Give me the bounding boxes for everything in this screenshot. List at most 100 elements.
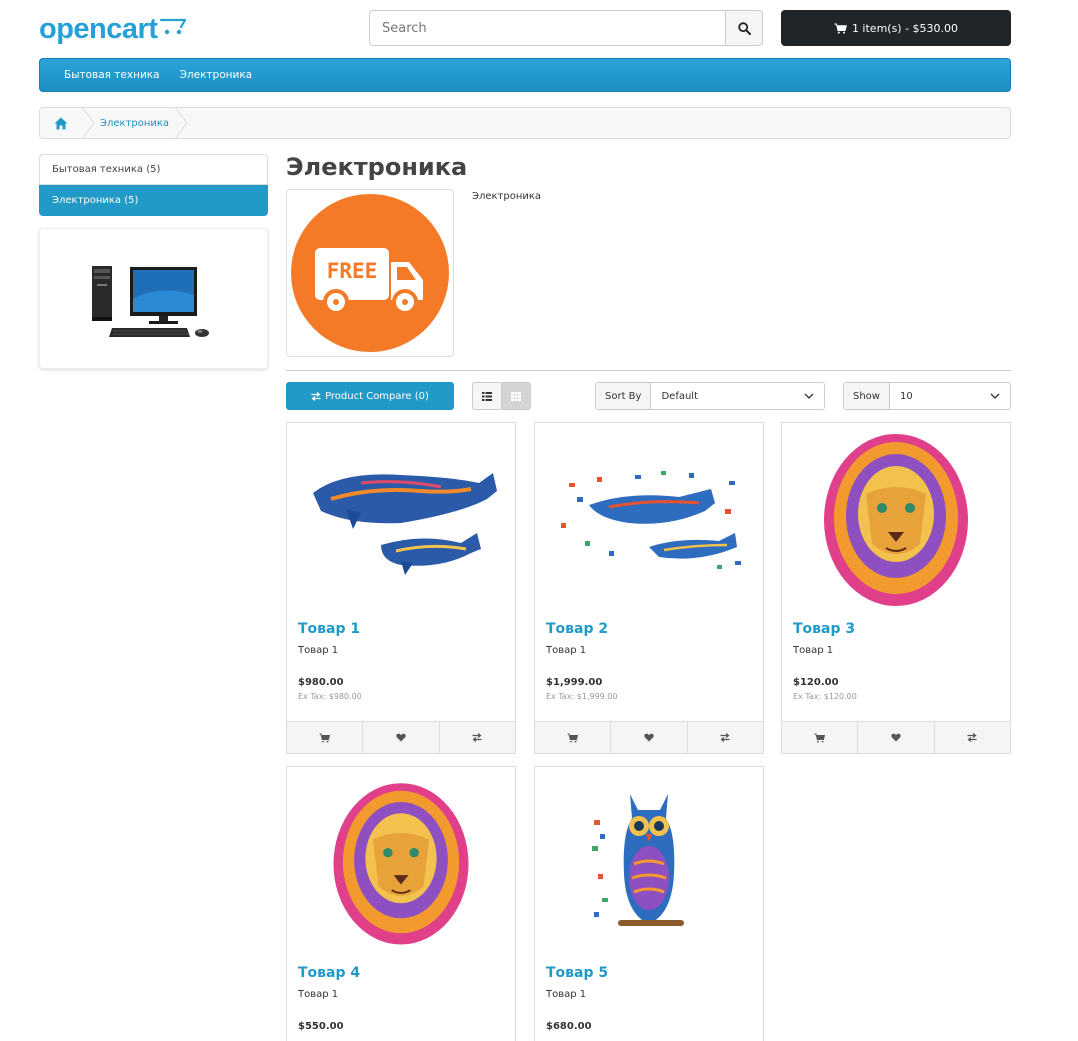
search-icon bbox=[737, 21, 751, 35]
product-description: Товар 1 bbox=[298, 989, 339, 1000]
lion-puzzle-image bbox=[824, 434, 968, 606]
product-description: Товар 1 bbox=[298, 645, 339, 656]
category-item-electronics[interactable]: Электроника (5) bbox=[39, 185, 268, 216]
product-card: Товар 3 Товар 1 $120.00 Ex Tax: $120.00 bbox=[781, 422, 1011, 754]
exchange-icon bbox=[472, 733, 482, 742]
product-image-link[interactable] bbox=[287, 423, 515, 613]
product-ex-tax: Ex Tax: $1,999.00 bbox=[546, 692, 618, 701]
desktop-computer-image bbox=[92, 266, 209, 337]
product-card: Товар 1 Товар 1 $980.00 Ex Tax: $980.00 bbox=[286, 422, 516, 754]
cart-button[interactable]: 1 item(s) - $530.00 bbox=[781, 10, 1011, 46]
product-actions bbox=[782, 721, 1010, 753]
product-title-link[interactable]: Товар 1 bbox=[298, 621, 504, 643]
category-list: Бытовая техника (5) Электроника (5) bbox=[39, 154, 268, 216]
menu-item-appliances[interactable]: Бытовая техника bbox=[54, 69, 170, 81]
product-ex-tax: Ex Tax: $120.00 bbox=[793, 692, 857, 701]
product-price: $980.00 bbox=[298, 677, 344, 688]
add-to-wishlist-button[interactable] bbox=[363, 722, 440, 753]
show-limit-select[interactable]: 10 bbox=[889, 382, 1011, 410]
product-description: Товар 1 bbox=[793, 645, 834, 656]
exchange-icon bbox=[311, 391, 321, 401]
shopping-cart-icon bbox=[814, 733, 826, 742]
shopping-cart-icon bbox=[567, 733, 579, 742]
chevron-down-icon bbox=[990, 393, 1000, 399]
product-actions bbox=[535, 721, 763, 753]
add-to-wishlist-button[interactable] bbox=[858, 722, 935, 753]
grid-view-button[interactable] bbox=[501, 382, 531, 410]
compare-button[interactable] bbox=[440, 722, 515, 753]
product-description: Товар 1 bbox=[546, 645, 587, 656]
exchange-icon bbox=[720, 733, 730, 742]
chevron-down-icon bbox=[804, 393, 814, 399]
logo-text: opencart bbox=[39, 12, 158, 45]
view-toggle bbox=[472, 382, 531, 410]
product-title-link[interactable]: Товар 4 bbox=[298, 965, 504, 987]
store-logo[interactable]: opencart bbox=[39, 12, 191, 46]
shopping-cart-icon bbox=[319, 733, 331, 742]
product-card: Товар 2 Товар 1 $1,999.00 Ex Tax: $1,999… bbox=[534, 422, 764, 754]
category-item-appliances[interactable]: Бытовая техника (5) bbox=[39, 154, 268, 185]
search-input[interactable] bbox=[369, 10, 725, 46]
product-image-link[interactable] bbox=[782, 423, 1010, 613]
sort-by-control: Sort By Default bbox=[595, 382, 825, 410]
heart-icon bbox=[891, 733, 901, 742]
thumb-free-text: FREE bbox=[327, 259, 378, 283]
logo-cart-icon bbox=[160, 18, 187, 35]
product-image-link[interactable] bbox=[535, 767, 763, 957]
heart-icon bbox=[644, 733, 654, 742]
add-to-wishlist-button[interactable] bbox=[611, 722, 688, 753]
breadcrumb-separator bbox=[82, 108, 95, 138]
heart-icon bbox=[396, 733, 406, 742]
breadcrumb-item-electronics[interactable]: Электроника bbox=[96, 108, 175, 138]
product-image-link[interactable] bbox=[535, 423, 763, 613]
sort-by-select[interactable]: Default bbox=[651, 382, 825, 410]
add-to-cart-button[interactable] bbox=[782, 722, 859, 753]
show-label: Show bbox=[843, 382, 890, 410]
product-ex-tax: Ex Tax: $980.00 bbox=[298, 692, 362, 701]
product-title-link[interactable]: Товар 3 bbox=[793, 621, 999, 643]
compare-button[interactable] bbox=[935, 722, 1010, 753]
shopping-cart-icon bbox=[834, 23, 847, 34]
top-menu: Бытовая техника Электроника bbox=[39, 58, 1011, 92]
page-title: Электроника bbox=[286, 153, 468, 181]
show-limit-control: Show 10 bbox=[843, 382, 1011, 410]
product-price: $120.00 bbox=[793, 677, 839, 688]
product-price: $1,999.00 bbox=[546, 677, 603, 688]
list-view-icon bbox=[481, 391, 492, 401]
list-view-button[interactable] bbox=[472, 382, 502, 410]
product-card: Товар 4 Товар 1 $550.00 bbox=[286, 766, 516, 1041]
divider bbox=[286, 370, 1011, 371]
product-compare-button[interactable]: Product Compare (0) bbox=[286, 382, 454, 410]
home-icon bbox=[54, 117, 68, 129]
product-compare-label: Product Compare (0) bbox=[325, 390, 429, 402]
sort-by-label: Sort By bbox=[595, 382, 652, 410]
product-card: Товар 5 Товар 1 $680.00 bbox=[534, 766, 764, 1041]
product-price: $680.00 bbox=[546, 1021, 592, 1032]
cart-label: 1 item(s) - $530.00 bbox=[851, 21, 959, 35]
category-description: Электроника bbox=[472, 191, 542, 202]
product-description: Товар 1 bbox=[546, 989, 587, 1000]
add-to-cart-button[interactable] bbox=[535, 722, 612, 753]
breadcrumb: Электроника bbox=[39, 107, 1011, 139]
free-delivery-truck-icon: FREE bbox=[291, 194, 449, 352]
product-title-link[interactable]: Товар 5 bbox=[546, 965, 752, 987]
category-image: FREE bbox=[286, 189, 454, 357]
show-limit-value: 10 bbox=[899, 390, 913, 402]
compare-button[interactable] bbox=[688, 722, 763, 753]
whale-puzzle-image bbox=[313, 473, 497, 575]
product-price: $550.00 bbox=[298, 1021, 344, 1032]
lion-puzzle-image bbox=[333, 783, 469, 945]
product-actions bbox=[287, 721, 515, 753]
sidebar-banner[interactable] bbox=[39, 228, 268, 369]
breadcrumb-separator bbox=[175, 108, 188, 138]
exchange-icon bbox=[967, 733, 977, 742]
search-bar bbox=[369, 10, 763, 46]
add-to-cart-button[interactable] bbox=[287, 722, 364, 753]
product-image-link[interactable] bbox=[287, 767, 515, 957]
product-title-link[interactable]: Товар 2 bbox=[546, 621, 752, 643]
sort-by-value: Default bbox=[661, 390, 699, 402]
breadcrumb-home[interactable] bbox=[40, 108, 82, 138]
search-button[interactable] bbox=[725, 10, 763, 46]
menu-item-electronics[interactable]: Электроника bbox=[170, 69, 263, 81]
whale-puzzle-scattered-image bbox=[561, 471, 741, 569]
